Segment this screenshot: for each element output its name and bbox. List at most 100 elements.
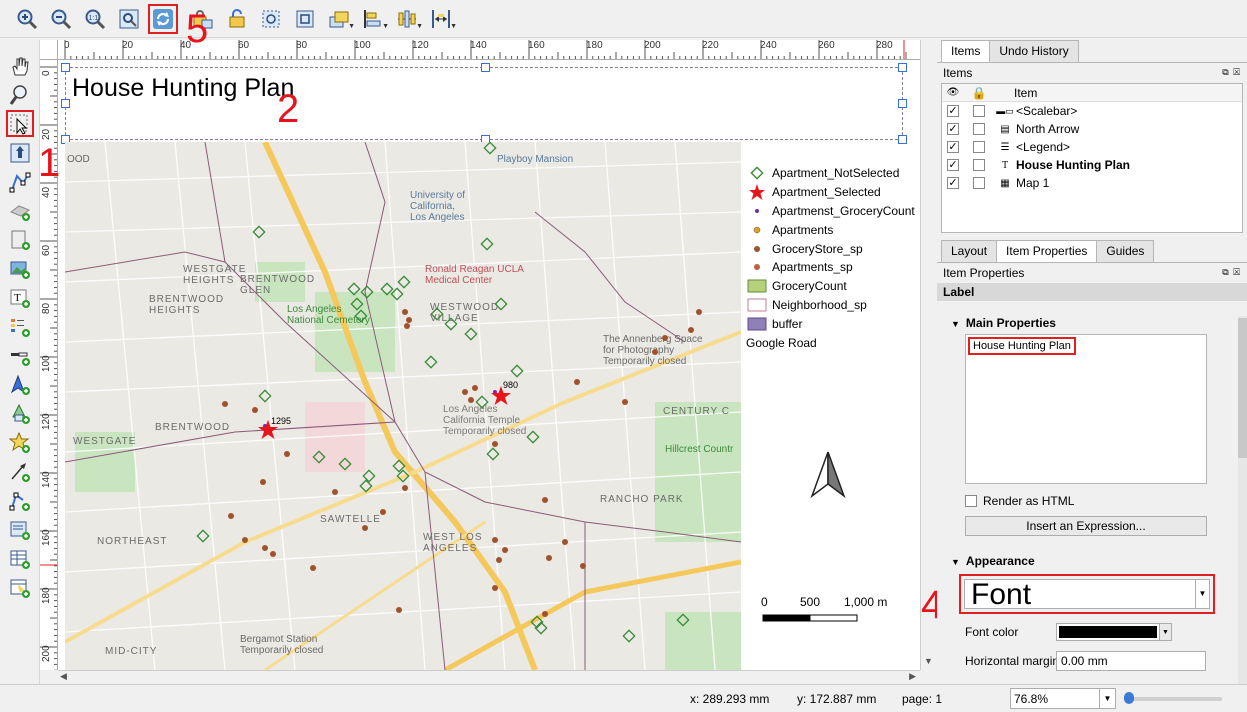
vertical-scrollbar[interactable]: ▼ <box>920 40 934 670</box>
title-label-item[interactable]: House Hunting Plan <box>61 63 907 144</box>
add-map-button[interactable] <box>6 226 34 253</box>
add-map-icon <box>11 230 30 250</box>
visibility-checkbox[interactable]: ✓ <box>947 159 959 171</box>
font-color-swatch[interactable] <box>1056 623 1160 641</box>
add-north-arrow-button[interactable] <box>6 371 34 398</box>
zoom-in-button[interactable] <box>12 4 42 34</box>
ungroup-items-button[interactable] <box>290 4 320 34</box>
item-row-map[interactable]: ✓ ▦ Map 1 <box>942 174 1242 192</box>
raise-items-button[interactable]: ▼ <box>324 4 355 34</box>
horizontal-scrollbar[interactable]: ◀ ▶ <box>58 670 920 684</box>
resize-handle[interactable] <box>61 63 70 72</box>
add-scalebar-button[interactable] <box>6 342 34 369</box>
main-properties-section[interactable]: ▼ Main Properties <box>937 306 1243 334</box>
chevron-down-icon[interactable]: ▼ <box>1195 580 1209 608</box>
resize-items-button[interactable]: ▼ <box>426 4 457 34</box>
north-arrow-item[interactable] <box>808 450 848 503</box>
add-attribute-table-button[interactable] <box>6 545 34 572</box>
add-html-button[interactable] <box>6 516 34 543</box>
font-button[interactable]: Font ▼ <box>964 579 1210 609</box>
add-node-item-button[interactable] <box>6 487 34 514</box>
scroll-right-icon[interactable]: ▶ <box>909 671 916 682</box>
ruler-label: 200 <box>41 645 52 662</box>
chevron-down-icon[interactable]: ▼ <box>1099 689 1115 708</box>
zoom-slider-handle[interactable] <box>1124 692 1134 704</box>
select-move-tool-button[interactable] <box>5 110 34 137</box>
map-item[interactable]: OOD Playboy Mansion University of Califor… <box>65 142 741 670</box>
resize-handle[interactable] <box>898 63 907 72</box>
zoom-slider-track[interactable] <box>1126 697 1222 701</box>
properties-scrollbar[interactable] <box>1238 316 1247 684</box>
ruler-label: 0 <box>64 40 70 51</box>
tab-layout[interactable]: Layout <box>941 240 998 262</box>
render-html-option[interactable]: Render as HTML <box>965 494 1243 508</box>
visibility-checkbox[interactable]: ✓ <box>947 177 959 189</box>
distribute-items-button[interactable]: ▼ <box>392 4 423 34</box>
add-shape-button[interactable] <box>6 400 34 427</box>
zoom-out-button[interactable] <box>46 4 76 34</box>
visibility-checkbox[interactable]: ✓ <box>947 123 959 135</box>
tab-items[interactable]: Items <box>941 40 991 62</box>
add-arrow-button[interactable] <box>6 458 34 485</box>
lock-checkbox[interactable] <box>973 123 985 135</box>
add-fixed-table-button[interactable] <box>6 574 34 601</box>
ruler-label: 160 <box>41 529 52 546</box>
items-tree[interactable]: 👁 🔒 Item ✓ ▬▭ <Scalebar> ✓ ▤ North Arrow… <box>941 83 1243 233</box>
panel-controls[interactable]: ⧉ ☒ <box>1222 67 1241 78</box>
add-marker-button[interactable] <box>6 429 34 456</box>
items-panel-title: Items <box>943 66 973 80</box>
lock-checkbox[interactable] <box>973 159 985 171</box>
move-content-tool-button[interactable] <box>6 139 34 166</box>
add-picture-button[interactable] <box>6 255 34 282</box>
edit-nodes-tool-button[interactable] <box>6 168 34 195</box>
pan-tool-button[interactable] <box>6 52 34 79</box>
resize-handle[interactable] <box>898 99 907 108</box>
refresh-view-button[interactable] <box>148 3 178 34</box>
raise-icon <box>329 11 349 27</box>
resize-handle[interactable] <box>898 135 907 144</box>
legend-item[interactable]: Apartment_NotSelected Apartment_Selected… <box>746 164 916 352</box>
align-items-button[interactable]: ▼ <box>358 4 389 34</box>
zoom-full-button[interactable] <box>114 4 144 34</box>
properties-scroll-area[interactable]: ▼ Main Properties House Hunting Plan Rend… <box>937 306 1243 684</box>
zoom-tool-button[interactable] <box>6 81 34 108</box>
item-row-legend[interactable]: ✓ ☰ <Legend> <box>942 138 1242 156</box>
ungroup-icon <box>296 10 314 27</box>
horizontal-margin-input[interactable]: 0.00 mm <box>1056 651 1206 671</box>
add-legend-button[interactable] <box>6 313 34 340</box>
font-color-row: Font color ▼ <box>965 620 1243 644</box>
item-row-north-arrow[interactable]: ✓ ▤ North Arrow <box>942 120 1242 138</box>
scroll-down-icon[interactable]: ▼ <box>924 656 933 666</box>
resize-handle[interactable] <box>61 99 70 108</box>
place-label: NORTHEAST <box>97 536 168 547</box>
item-row-scalebar[interactable]: ✓ ▬▭ <Scalebar> <box>942 102 1242 120</box>
lock-checkbox[interactable] <box>973 105 985 117</box>
label-text-editor[interactable]: House Hunting Plan <box>965 334 1207 484</box>
unlock-items-button[interactable] <box>222 4 252 34</box>
tab-guides[interactable]: Guides <box>1096 240 1155 262</box>
visibility-checkbox[interactable]: ✓ <box>947 141 959 153</box>
group-items-button[interactable] <box>256 4 286 34</box>
ruler-label: 60 <box>238 40 250 51</box>
zoom-actual-button[interactable]: 1:1 <box>80 4 110 34</box>
scalebar-item[interactable]: 0 500 1,000 m <box>761 595 901 622</box>
item-row-title[interactable]: ✓ T House Hunting Plan <box>942 156 1242 174</box>
render-html-checkbox[interactable] <box>965 495 977 507</box>
lock-checkbox[interactable] <box>973 141 985 153</box>
insert-expression-button[interactable]: Insert an Expression... <box>965 516 1207 536</box>
add-3d-map-button[interactable] <box>6 197 34 224</box>
scroll-left-icon[interactable]: ◀ <box>60 671 67 682</box>
layout-canvas[interactable]: House Hunting Plan OOD Playboy Mansion U… <box>58 60 920 670</box>
visibility-checkbox[interactable]: ✓ <box>947 105 959 117</box>
tab-undo-history[interactable]: Undo History <box>989 40 1079 62</box>
appearance-section[interactable]: ▼ Appearance <box>937 536 1243 572</box>
collapse-icon[interactable]: ▼ <box>951 319 960 329</box>
collapse-icon[interactable]: ▼ <box>951 557 960 567</box>
panel-controls[interactable]: ⧉ ☒ <box>1222 267 1241 278</box>
lock-checkbox[interactable] <box>973 177 985 189</box>
chevron-down-icon[interactable]: ▼ <box>1160 623 1172 641</box>
resize-handle[interactable] <box>481 63 490 72</box>
tab-item-properties[interactable]: Item Properties <box>996 240 1098 262</box>
zoom-combobox[interactable]: 76.8% ▼ <box>1010 688 1116 709</box>
add-label-button[interactable]: T <box>6 284 34 311</box>
